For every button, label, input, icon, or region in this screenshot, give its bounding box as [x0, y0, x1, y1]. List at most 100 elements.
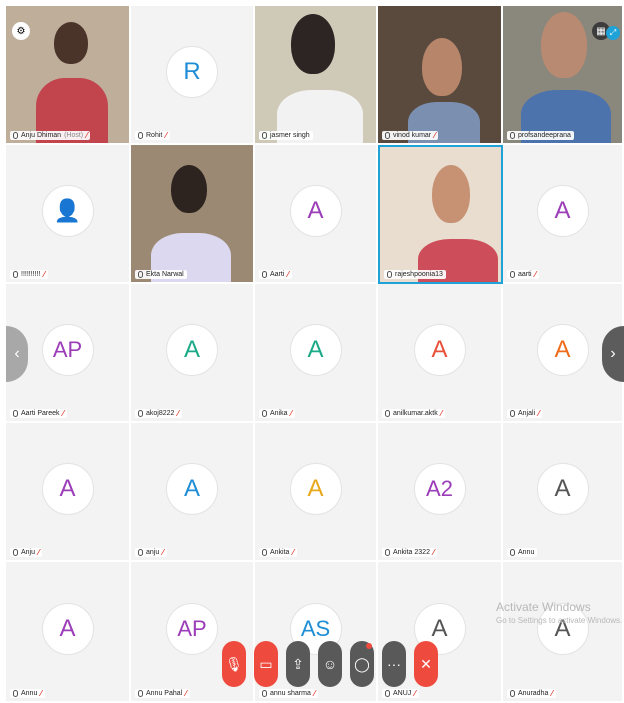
- participant-tile[interactable]: A Anika ⁄: [255, 284, 378, 423]
- microphone-icon: [510, 271, 515, 278]
- participant-tile[interactable]: Aaarti ⁄: [503, 145, 624, 284]
- person-icon: 👤: [53, 197, 82, 223]
- participant-name: Anju Dhiman: [21, 132, 62, 139]
- participant-label: Anika ⁄: [259, 409, 295, 418]
- participant-tile[interactable]: Aakoj8222 ⁄: [131, 284, 255, 423]
- participant-tile[interactable]: A Ankita ⁄: [255, 423, 378, 562]
- participant-tile[interactable]: A Annu ⁄: [6, 562, 131, 703]
- participant-label: Ankita 2322 ⁄: [382, 548, 438, 557]
- avatar: A: [289, 462, 342, 515]
- microphone-icon: [13, 410, 18, 417]
- participant-name: Aarti: [270, 271, 285, 278]
- chat-button[interactable]: ◯: [350, 641, 374, 687]
- share-icon: ⇪: [292, 655, 304, 672]
- muted-mic-icon: ⁄: [440, 409, 443, 418]
- microphone-icon: [510, 132, 515, 139]
- host-tag: (Host): [64, 132, 84, 139]
- mute-button[interactable]: 🎙: [222, 641, 246, 687]
- participant-tile[interactable]: Ekta Narwal: [131, 145, 255, 284]
- microphone-icon: [510, 549, 515, 556]
- microphone-icon: [138, 410, 143, 417]
- avatar-initials: A: [431, 614, 448, 642]
- avatar-initials: A: [307, 196, 324, 224]
- muted-mic-icon: ⁄: [414, 689, 416, 698]
- participant-label: Anuradha ⁄: [507, 689, 556, 698]
- chat-icon: ◯: [354, 655, 370, 672]
- participant-video: [255, 6, 376, 143]
- end-button[interactable]: ✕: [414, 641, 438, 687]
- muted-mic-icon: ⁄: [538, 409, 540, 418]
- participant-tile[interactable]: Aanju ⁄: [131, 423, 255, 562]
- microphone-icon: [13, 271, 18, 278]
- participant-tile[interactable]: jasmer singh: [255, 6, 378, 145]
- participant-name: Anju: [21, 549, 36, 556]
- participant-label: profsandeeprana: [507, 131, 574, 140]
- muted-mic-icon: ⁄: [551, 689, 553, 698]
- participant-name: Ekta Narwal: [146, 271, 184, 278]
- fullscreen-button[interactable]: ⤢: [606, 26, 620, 40]
- muted-mic-icon: ⁄: [290, 409, 292, 418]
- participant-name: Aarti Pareek: [21, 410, 60, 417]
- participant-name: Annu Pahal: [146, 690, 183, 697]
- call-toolbar: 🎙 ▭ ⇪ ☺ ◯ ··· ✕: [222, 641, 438, 687]
- more-button[interactable]: ···: [382, 641, 406, 687]
- avatar: A2: [413, 462, 466, 515]
- settings-button[interactable]: ⚙: [12, 22, 30, 40]
- participant-tile[interactable]: A Aarti ⁄: [255, 145, 378, 284]
- participant-tile[interactable]: R Rohit ⁄: [131, 6, 255, 145]
- share-button[interactable]: ⇪: [286, 641, 310, 687]
- participant-label: Ankita ⁄: [259, 548, 297, 557]
- avatar-initials: A2: [426, 475, 453, 501]
- watermark-title: Activate Windows: [496, 600, 591, 614]
- avatar: A: [413, 323, 466, 376]
- avatar: A: [41, 462, 94, 515]
- participant-label: vinod kumar ⁄: [382, 131, 439, 140]
- participant-tile[interactable]: A Anju ⁄: [6, 423, 131, 562]
- participant-name: rajeshpoonia13: [395, 271, 443, 278]
- avatar-initials: A: [183, 335, 200, 363]
- participant-label: rajeshpoonia13: [384, 270, 446, 279]
- participants-button[interactable]: ☺: [318, 641, 342, 687]
- microphone-icon: [262, 690, 267, 697]
- microphone-icon: [138, 690, 143, 697]
- fullscreen-icon: ⤢: [609, 28, 617, 37]
- participant-tile[interactable]: A Anuradha ⁄: [503, 562, 624, 703]
- avatar-initials: A: [554, 196, 571, 224]
- participant-tile[interactable]: A Annu: [503, 423, 624, 562]
- participant-tile[interactable]: A2 Ankita 2322 ⁄: [378, 423, 503, 562]
- gear-icon: ⚙: [16, 25, 26, 37]
- microphone-icon: [262, 549, 267, 556]
- participant-label: anju ⁄: [135, 548, 167, 557]
- participant-label: Aarti Pareek ⁄: [10, 409, 67, 418]
- muted-mic-icon: ⁄: [162, 548, 164, 557]
- participant-label: Anjali ⁄: [507, 409, 543, 418]
- participant-tile[interactable]: Aanilkumar.aktk ⁄: [378, 284, 503, 423]
- participant-name: Anjali: [518, 410, 536, 417]
- participant-video: [380, 147, 501, 282]
- participant-video: [131, 145, 253, 282]
- video-button[interactable]: ▭: [254, 641, 278, 687]
- muted-mic-icon: ⁄: [434, 131, 436, 140]
- avatar: A: [41, 602, 94, 655]
- microphone-icon: [138, 549, 143, 556]
- participant-tile[interactable]: rajeshpoonia13: [378, 145, 503, 284]
- avatar-initials: A: [307, 474, 324, 502]
- muted-mic-icon: ⁄: [534, 270, 536, 279]
- participant-tile[interactable]: vinod kumar ⁄: [378, 6, 503, 145]
- participant-label: aarti ⁄: [507, 270, 539, 279]
- avatar-initials: AP: [52, 336, 83, 362]
- muted-mic-icon: ⁄: [86, 131, 88, 140]
- participant-tile[interactable]: 👤!!!!!!!!!! ⁄: [6, 145, 131, 284]
- avatar: A: [166, 323, 218, 376]
- participant-name: Rohit: [146, 132, 163, 139]
- avatar-initials: R: [183, 57, 201, 85]
- participant-label: Annu: [507, 548, 538, 557]
- avatar-initials: A: [183, 474, 200, 502]
- participant-name: Annu: [21, 690, 38, 697]
- participant-name: anju: [146, 549, 160, 556]
- microphone-icon: [385, 410, 390, 417]
- participant-name: Anuradha: [518, 690, 549, 697]
- avatar-initials: A: [307, 335, 324, 363]
- participant-label: jasmer singh: [259, 131, 313, 140]
- watermark-subtitle: Go to Settings to activate Windows.: [496, 616, 623, 625]
